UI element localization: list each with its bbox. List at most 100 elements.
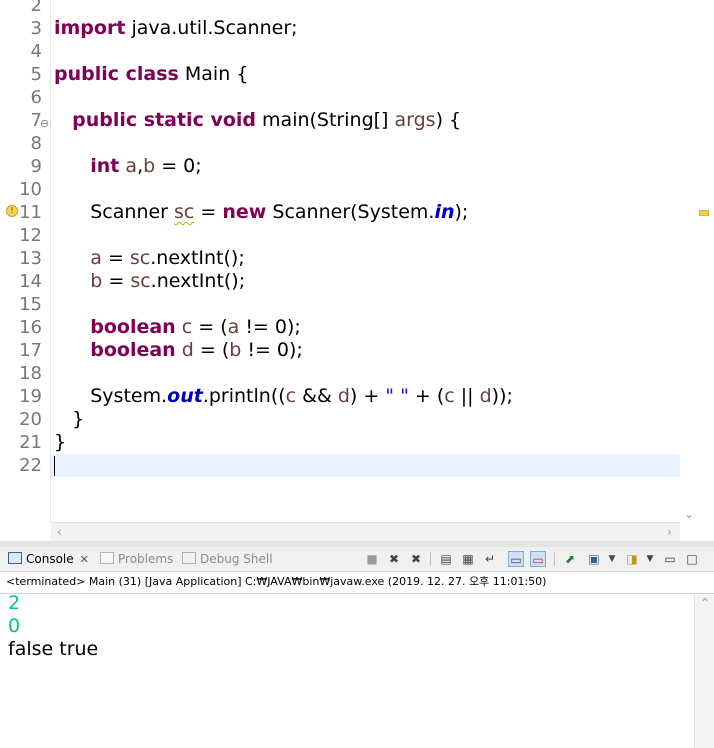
line-number: 18	[19, 363, 42, 384]
code-text: main(String[]	[256, 109, 395, 131]
console-input-line: 0	[8, 615, 21, 637]
keyword: import	[54, 17, 126, 39]
clear-console-icon[interactable]: ▤	[438, 551, 454, 567]
line-number: 5	[30, 64, 42, 85]
code-text: ));	[491, 385, 513, 407]
console-icon	[8, 552, 22, 564]
tab-problems[interactable]: Problems	[100, 549, 173, 569]
overview-ruler[interactable]: ⌄	[680, 0, 714, 541]
console-vertical-scrollbar[interactable]: ⌃	[694, 595, 714, 748]
warning-annotation-marker[interactable]	[699, 210, 709, 216]
code-line: boolean c = (a != 0);	[54, 316, 301, 339]
toolbar-separator	[554, 552, 555, 566]
code-line: }	[54, 431, 67, 453]
code-text: java.util.Scanner;	[125, 17, 298, 39]
open-console-icon[interactable]: ◨	[624, 551, 640, 567]
maximize-icon[interactable]: □	[684, 551, 700, 567]
pin-console-icon[interactable]: ⬈	[562, 551, 578, 567]
line-number: 3	[30, 18, 42, 39]
line-number: 7	[30, 110, 42, 131]
local-variable: d	[479, 385, 492, 407]
console-view: Console ✕ Problems Debug Shell ■ ✖ ✖ ▤ ▦ …	[0, 547, 714, 748]
code-text: System.	[90, 385, 168, 407]
horizontal-scrollbar[interactable]: ‹ ›	[51, 522, 680, 542]
local-variable: c	[285, 385, 297, 407]
keyword: public static void	[72, 109, 256, 131]
local-variable: c	[181, 316, 193, 338]
dropdown-icon[interactable]: ▼	[642, 551, 658, 567]
show-on-stdout-icon[interactable]: ▭	[508, 551, 524, 567]
code-text: .println((	[202, 385, 286, 407]
tab-label: Console	[26, 552, 74, 566]
local-variable: c	[444, 385, 455, 407]
chevron-up-icon[interactable]: ⌃	[700, 595, 710, 611]
local-variable: a	[227, 316, 240, 338]
tab-debug-shell[interactable]: Debug Shell	[182, 549, 273, 569]
code-editor[interactable]: 2 3 4 5 6 7 8 9 10 11 12 13 14 15 16 17 …	[0, 0, 714, 542]
tab-label: Debug Shell	[200, 552, 273, 566]
line-number: 12	[19, 225, 42, 246]
code-text: = (	[193, 339, 230, 361]
parameter: args	[394, 109, 436, 131]
code-text: + (	[408, 385, 445, 407]
keyword: boolean	[90, 316, 176, 338]
line-number-ruler: 2 3 4 5 6 7 8 9 10 11 12 13 14 15 16 17 …	[6, 0, 50, 522]
display-console-icon[interactable]: ▣	[586, 551, 602, 567]
line-number: 9	[30, 156, 42, 177]
remove-launch-icon[interactable]: ✖	[386, 551, 402, 567]
text-caret	[54, 456, 55, 476]
line-number: 21	[19, 432, 42, 453]
line-number: 17	[19, 340, 42, 361]
local-variable: b	[143, 155, 156, 177]
local-variable: a	[125, 155, 138, 177]
word-wrap-icon[interactable]: ↵	[482, 551, 498, 567]
terminate-icon[interactable]: ■	[364, 551, 380, 567]
show-on-stderr-icon[interactable]: ▭	[530, 551, 546, 567]
code-text: Scanner	[90, 201, 175, 223]
code-line: boolean d = (b != 0);	[54, 339, 303, 362]
code-text: );	[454, 201, 469, 223]
keyword: new	[222, 201, 267, 223]
code-line: int a,b = 0;	[54, 155, 201, 178]
local-variable-warning: sc	[174, 201, 195, 223]
dropdown-icon[interactable]: ▼	[604, 551, 620, 567]
minimize-icon[interactable]: ▭	[662, 551, 678, 567]
code-line: }	[54, 408, 85, 430]
static-field: out	[167, 385, 203, 407]
code-text: ) +	[349, 385, 386, 407]
code-text: != 0);	[241, 339, 303, 361]
fold-collapse-icon[interactable]: ⊖	[40, 117, 49, 130]
toolbar-separator	[430, 552, 431, 566]
line-number: 8	[30, 133, 42, 154]
code-text: != 0);	[239, 316, 301, 338]
console-input-line: 2	[8, 592, 21, 614]
tab-console[interactable]: Console ✕	[8, 549, 89, 569]
console-output-line: false true	[8, 638, 99, 660]
chevron-left-icon[interactable]: ‹	[57, 524, 62, 540]
line-number: 4	[30, 41, 42, 62]
keyword: int	[90, 155, 120, 177]
code-line: System.out.println((c && d) + " " + (c |…	[54, 385, 513, 408]
scroll-lock-icon[interactable]: ▦	[460, 551, 476, 567]
remove-all-terminated-icon[interactable]: ✖	[408, 551, 424, 567]
close-icon[interactable]: ✕	[80, 553, 89, 566]
code-line: b = sc.nextInt();	[54, 270, 245, 293]
line-number: 19	[19, 386, 42, 407]
debug-shell-icon	[182, 552, 196, 564]
code-text: .nextInt();	[150, 247, 245, 269]
code-text: .nextInt();	[150, 270, 246, 292]
chevron-right-icon[interactable]: ›	[667, 524, 672, 540]
local-variable: sc	[130, 270, 151, 292]
string-literal: " "	[385, 385, 409, 407]
line-number: 6	[30, 87, 42, 108]
code-line: Scanner sc = new Scanner(System.in);	[54, 201, 468, 224]
line-number: 15	[19, 294, 42, 315]
warning-icon[interactable]: !	[6, 205, 18, 217]
local-variable: d	[337, 385, 350, 407]
line-number: 20	[19, 409, 42, 430]
code-text-area[interactable]: import java.util.Scanner; public class M…	[51, 0, 680, 522]
chevron-down-icon[interactable]: ⌄	[684, 506, 694, 522]
